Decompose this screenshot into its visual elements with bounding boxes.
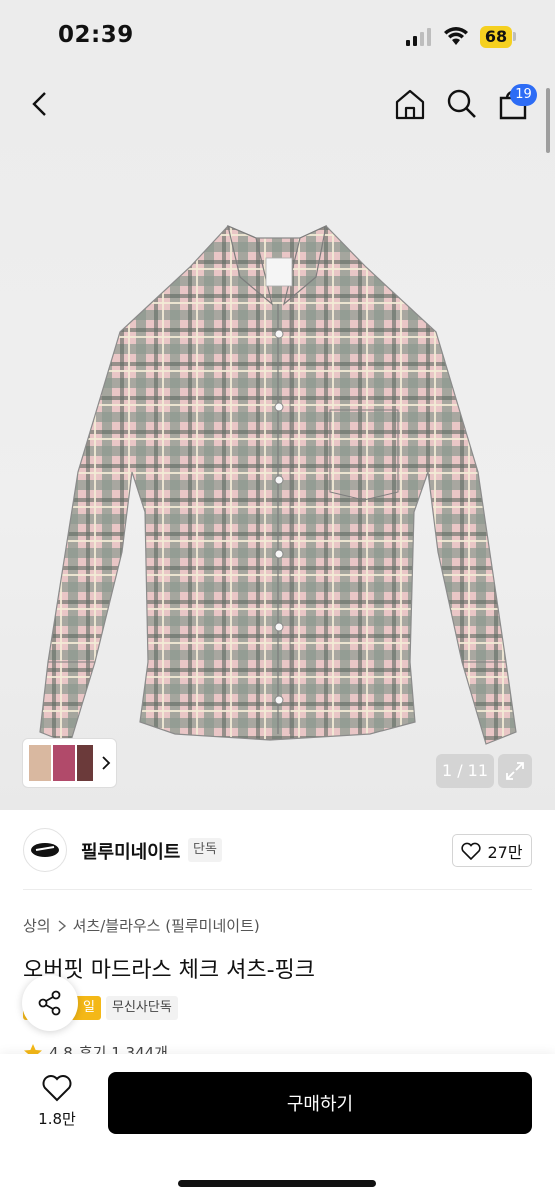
heart-icon [461,842,482,860]
back-button[interactable] [28,90,52,121]
wishlist-button[interactable]: 1.8만 [34,1074,80,1129]
exclusive-tag: 단독 [188,838,222,862]
breadcrumb: 상의 셔츠/블라우스 (필루미네이트) [23,915,260,936]
search-icon [447,89,476,118]
cart-count-badge: 19 [510,84,537,106]
color-thumbnails[interactable] [22,738,117,788]
shirt-illustration [39,224,517,745]
expand-icon [506,762,524,780]
brand-like-count: 27만 [487,842,523,862]
page-scrollbar[interactable] [546,88,550,153]
wishlist-count: 1.8만 [38,1110,76,1128]
home-indicator[interactable] [178,1180,376,1187]
share-icon [38,990,61,1016]
battery-tip [513,32,516,41]
back-icon [32,92,46,116]
home-icon [395,89,425,120]
image-counter: 1 / 11 [436,754,494,788]
status-time: 02:39 [58,22,134,48]
expand-button[interactable] [498,754,532,788]
brand-like-button[interactable]: 27만 [452,834,532,867]
brand-logo[interactable] [23,828,67,872]
product-image[interactable] [0,72,555,810]
breadcrumb-item-category[interactable]: 상의 [23,915,51,936]
wifi-icon [444,27,468,45]
home-button[interactable] [394,88,426,123]
buy-button[interactable]: 구매하기 [108,1072,532,1134]
chevron-right-icon [58,919,66,932]
search-button[interactable] [446,88,478,123]
battery-indicator: 68 [480,26,512,48]
product-title: 오버핏 마드라스 체크 셔츠-핑크 [23,958,316,983]
thumbnail-strip [29,745,111,781]
share-button[interactable] [22,975,78,1031]
heart-icon [42,1075,72,1102]
brand-logo-mark [31,843,59,857]
musinsa-exclusive-tag: 무신사단독 [106,996,178,1020]
divider [23,889,532,890]
signal-icon [406,28,431,46]
chevron-right-icon [102,756,111,770]
brand-name[interactable]: 필루미네이트 [81,838,180,864]
breadcrumb-item-subcategory[interactable]: 셔츠/블라우스 (필루미네이트) [73,915,260,936]
